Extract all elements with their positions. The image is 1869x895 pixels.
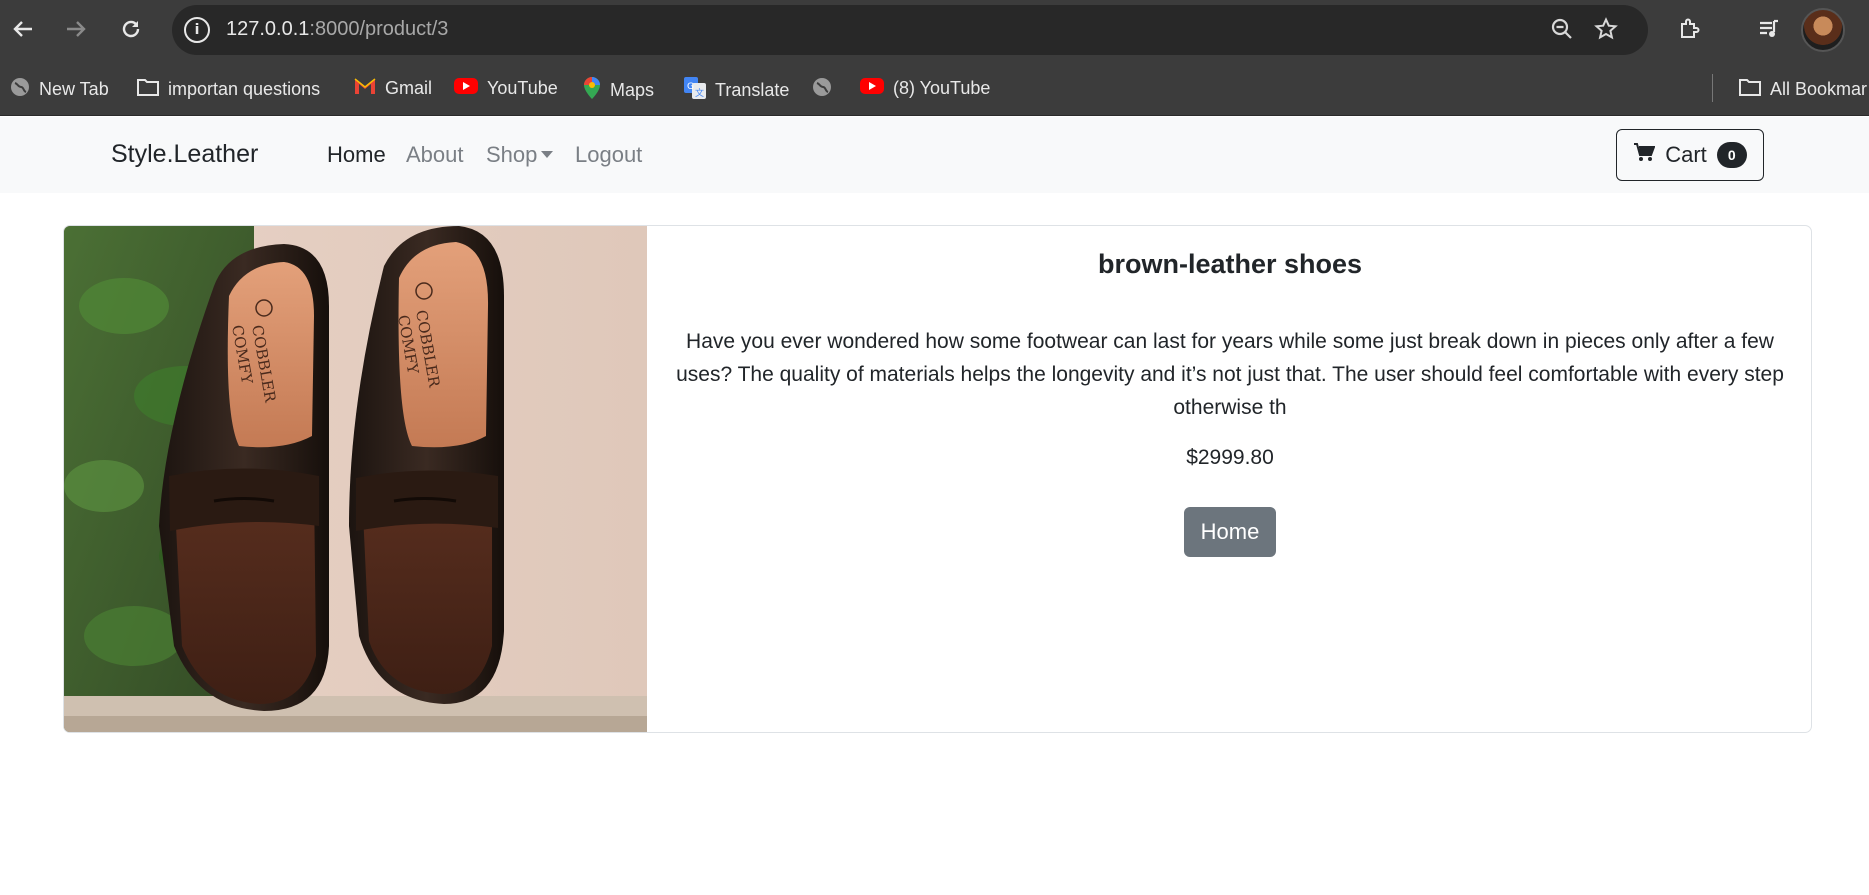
gmail-icon [353, 76, 377, 101]
url-text: 127.0.0.1:8000/product/3 [226, 18, 449, 40]
site-navbar: Style.Leather Home About Shop Logout Car… [0, 117, 1869, 193]
bookmark-youtube[interactable]: YouTube [453, 76, 558, 101]
brand-logo[interactable]: Style.Leather [111, 140, 258, 169]
zoom-icon[interactable] [1550, 17, 1574, 47]
cart-count-badge: 0 [1716, 142, 1747, 168]
home-button[interactable]: Home [1184, 507, 1276, 557]
translate-icon: G文 [683, 76, 707, 105]
folder-icon [1738, 76, 1762, 103]
bookmark-gmail[interactable]: Gmail [353, 76, 432, 101]
back-arrow-icon[interactable] [6, 12, 40, 46]
svg-text:文: 文 [695, 87, 704, 99]
bookmark-maps[interactable]: Maps [582, 76, 654, 105]
product-image: COBBLER COMFY COBBLER . COMFY [64, 226, 647, 732]
profile-avatar[interactable] [1801, 8, 1845, 52]
nav-about[interactable]: About [406, 142, 464, 168]
forward-arrow-icon[interactable] [59, 12, 93, 46]
bookmark-importan-questions[interactable]: importan questions [136, 76, 320, 103]
bookmark-new-tab[interactable]: New Tab [9, 76, 109, 103]
bookmark-youtube-8[interactable]: (8) YouTube [859, 76, 990, 101]
product-price: $2999.80 [1186, 446, 1274, 469]
media-icon[interactable] [1752, 12, 1786, 46]
address-bar[interactable]: i 127.0.0.1:8000/product/3 [172, 5, 1648, 55]
nav-shop-dropdown[interactable]: Shop [486, 142, 554, 168]
globe-icon [811, 76, 833, 103]
svg-text:G: G [687, 82, 694, 92]
product-description: Have you ever wondered how some footwear… [676, 330, 1784, 419]
product-title: brown-leather shoes [1097, 249, 1363, 279]
bookmark-globe[interactable] [811, 76, 833, 103]
all-bookmarks[interactable]: All Bookmar [1738, 76, 1867, 103]
cart-button[interactable]: Cart 0 [1616, 129, 1764, 181]
product-details: brown-leather shoes Have you ever wonder… [647, 226, 1811, 732]
bookmark-translate[interactable]: G文 Translate [683, 76, 789, 105]
caret-down-icon [541, 151, 554, 158]
bookmarks-bar: New Tab importan questions Gmail YouTube… [0, 62, 1869, 116]
cart-label: Cart [1665, 142, 1707, 167]
nav-home[interactable]: Home [327, 142, 386, 168]
youtube-icon [859, 76, 885, 101]
globe-icon [9, 76, 31, 103]
nav-shop-label: Shop [486, 142, 538, 167]
folder-icon [136, 76, 160, 103]
bookmarks-separator [1712, 74, 1713, 102]
maps-icon [582, 76, 602, 105]
cart-icon [1633, 142, 1656, 168]
youtube-icon [453, 76, 479, 101]
browser-toolbar: i 127.0.0.1:8000/product/3 [0, 0, 1869, 62]
info-icon[interactable]: i [184, 17, 210, 43]
extensions-icon[interactable] [1672, 12, 1706, 46]
reload-icon[interactable] [114, 12, 148, 46]
star-icon[interactable] [1594, 17, 1618, 47]
product-card: COBBLER COMFY COBBLER . COMFY brown-leat… [63, 225, 1812, 733]
nav-logout[interactable]: Logout [575, 142, 642, 168]
